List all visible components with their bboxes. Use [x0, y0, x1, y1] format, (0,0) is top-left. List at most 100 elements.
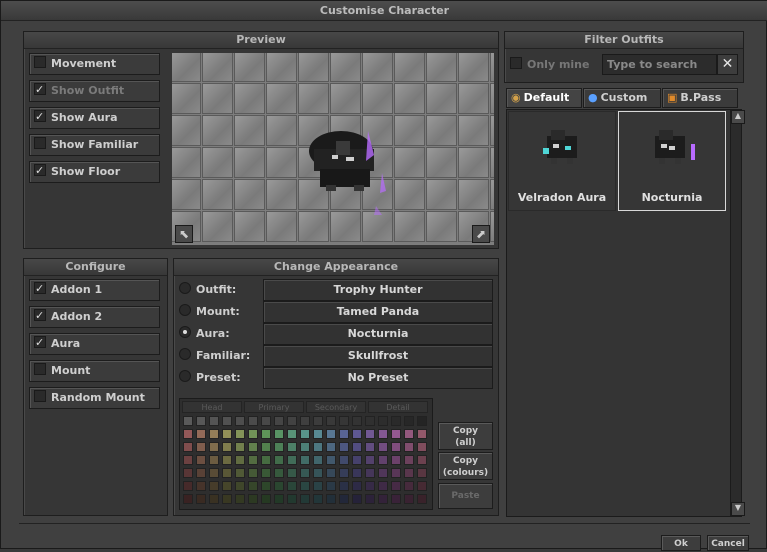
color-swatch[interactable]: [287, 494, 297, 504]
color-swatch[interactable]: [352, 468, 362, 478]
color-swatch[interactable]: [235, 442, 245, 452]
color-swatch[interactable]: [248, 429, 258, 439]
color-swatch[interactable]: [183, 494, 193, 504]
color-swatch[interactable]: [365, 494, 375, 504]
color-swatch[interactable]: [261, 481, 271, 491]
color-swatch[interactable]: [222, 494, 232, 504]
color-swatch[interactable]: [222, 416, 232, 426]
color-swatch[interactable]: [339, 481, 349, 491]
color-tab-head[interactable]: Head: [182, 401, 242, 413]
appearance-value-preset[interactable]: No Preset: [263, 367, 493, 389]
color-swatch[interactable]: [235, 494, 245, 504]
color-swatch[interactable]: [287, 455, 297, 465]
color-swatch[interactable]: [300, 455, 310, 465]
color-swatch[interactable]: [326, 442, 336, 452]
color-swatch[interactable]: [196, 455, 206, 465]
color-swatch[interactable]: [248, 416, 258, 426]
color-swatch[interactable]: [378, 468, 388, 478]
color-swatch[interactable]: [417, 481, 427, 491]
configure-option-random-mount[interactable]: Random Mount: [29, 387, 160, 409]
color-swatch[interactable]: [404, 481, 414, 491]
color-swatch[interactable]: [248, 468, 258, 478]
paste-button[interactable]: Paste: [438, 483, 493, 509]
color-swatch[interactable]: [391, 455, 401, 465]
color-swatch[interactable]: [209, 429, 219, 439]
color-swatch[interactable]: [196, 416, 206, 426]
color-swatch[interactable]: [339, 468, 349, 478]
color-swatch[interactable]: [326, 429, 336, 439]
color-swatch[interactable]: [417, 494, 427, 504]
color-swatch[interactable]: [222, 481, 232, 491]
color-swatch[interactable]: [209, 455, 219, 465]
color-swatch[interactable]: [209, 481, 219, 491]
color-swatch[interactable]: [196, 494, 206, 504]
outfit-card-velradon-aura[interactable]: Velradon Aura: [508, 111, 616, 211]
color-swatch[interactable]: [339, 494, 349, 504]
color-swatch[interactable]: [209, 494, 219, 504]
color-swatch[interactable]: [417, 468, 427, 478]
color-swatch[interactable]: [417, 416, 427, 426]
color-swatch[interactable]: [222, 455, 232, 465]
color-swatch[interactable]: [248, 455, 258, 465]
color-swatch[interactable]: [417, 442, 427, 452]
configure-option-addon-1[interactable]: Addon 1: [29, 279, 160, 301]
color-swatch[interactable]: [417, 455, 427, 465]
color-tab-secondary[interactable]: Secondary: [306, 401, 366, 413]
appearance-value-outfit[interactable]: Trophy Hunter: [263, 279, 493, 301]
color-swatch[interactable]: [326, 468, 336, 478]
color-swatch[interactable]: [235, 468, 245, 478]
color-swatch[interactable]: [222, 442, 232, 452]
color-swatch[interactable]: [378, 442, 388, 452]
scroll-down-icon[interactable]: ▼: [731, 502, 745, 516]
copy-colours-button[interactable]: Copy (colours): [438, 452, 493, 480]
color-swatch[interactable]: [261, 494, 271, 504]
color-swatch[interactable]: [183, 468, 193, 478]
color-swatch[interactable]: [287, 416, 297, 426]
appearance-row-preset[interactable]: Preset:: [179, 367, 261, 389]
color-swatch[interactable]: [248, 494, 258, 504]
close-icon[interactable]: ✕: [717, 54, 738, 75]
color-swatch[interactable]: [417, 429, 427, 439]
only-mine-checkbox[interactable]: Only mine: [510, 57, 589, 73]
appearance-row-outfit[interactable]: Outfit:: [179, 279, 261, 301]
color-swatch[interactable]: [300, 429, 310, 439]
rotate-left-button[interactable]: ⬉: [175, 225, 193, 243]
rotate-right-button[interactable]: ⬈: [472, 225, 490, 243]
color-swatch[interactable]: [313, 468, 323, 478]
color-swatch[interactable]: [300, 468, 310, 478]
color-swatch[interactable]: [300, 416, 310, 426]
color-swatch[interactable]: [326, 481, 336, 491]
preview-option-show-floor[interactable]: Show Floor: [29, 161, 160, 183]
color-swatch[interactable]: [313, 481, 323, 491]
color-swatch[interactable]: [235, 429, 245, 439]
color-swatch[interactable]: [235, 481, 245, 491]
color-swatch[interactable]: [326, 494, 336, 504]
color-swatch[interactable]: [274, 442, 284, 452]
color-swatch[interactable]: [352, 442, 362, 452]
color-swatch[interactable]: [300, 442, 310, 452]
color-swatch[interactable]: [183, 481, 193, 491]
color-swatch[interactable]: [261, 416, 271, 426]
color-swatch[interactable]: [339, 429, 349, 439]
color-swatch[interactable]: [248, 481, 258, 491]
color-swatch[interactable]: [274, 468, 284, 478]
color-swatch[interactable]: [287, 429, 297, 439]
color-swatch[interactable]: [261, 442, 271, 452]
color-swatch[interactable]: [313, 494, 323, 504]
tab-custom[interactable]: ● Custom: [583, 88, 661, 108]
tab-default[interactable]: ◉ Default: [506, 88, 582, 108]
color-swatch[interactable]: [313, 416, 323, 426]
color-swatch[interactable]: [183, 442, 193, 452]
appearance-value-mount[interactable]: Tamed Panda: [263, 301, 493, 323]
color-swatch[interactable]: [378, 481, 388, 491]
color-swatch[interactable]: [248, 442, 258, 452]
color-swatch[interactable]: [196, 442, 206, 452]
color-swatch[interactable]: [313, 442, 323, 452]
color-swatch[interactable]: [183, 455, 193, 465]
color-swatch[interactable]: [222, 429, 232, 439]
color-swatch[interactable]: [261, 455, 271, 465]
configure-option-mount[interactable]: Mount: [29, 360, 160, 382]
color-swatch[interactable]: [352, 429, 362, 439]
configure-option-aura[interactable]: Aura: [29, 333, 160, 355]
preview-option-show-aura[interactable]: Show Aura: [29, 107, 160, 129]
